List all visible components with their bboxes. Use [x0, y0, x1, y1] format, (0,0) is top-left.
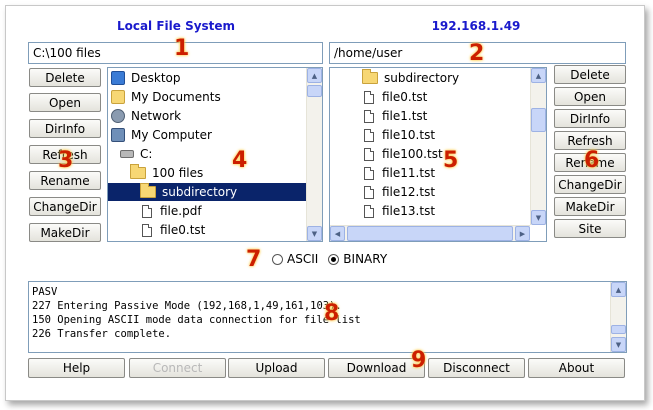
local-dirinfo-button[interactable]: DirInfo: [29, 119, 101, 138]
remote-makedir-button[interactable]: MakeDir: [554, 197, 626, 216]
folder-icon: [362, 69, 378, 84]
annotation-5: 5: [443, 148, 459, 173]
file-icon: [364, 185, 374, 199]
folder-icon: [140, 183, 156, 198]
annotation-8: 8: [324, 301, 340, 326]
upload-button[interactable]: Upload: [228, 358, 325, 378]
local-makedir-button[interactable]: MakeDir: [29, 223, 101, 242]
local-tree-scrollbar[interactable]: ▲ ▼: [306, 68, 322, 241]
scroll-thumb[interactable]: [531, 108, 546, 132]
binary-label[interactable]: BINARY: [343, 252, 387, 266]
remote-file-list[interactable]: subdirectory file0.tst file1.tst file10.…: [329, 67, 547, 242]
connect-button[interactable]: Connect: [129, 358, 226, 378]
list-item[interactable]: file10.tst: [364, 126, 437, 144]
annotation-2: 2: [469, 41, 485, 66]
my-computer-icon: [111, 128, 125, 142]
list-item[interactable]: file0.tst: [364, 88, 429, 106]
tree-item[interactable]: My Documents: [111, 88, 223, 106]
log-line: 226 Transfer complete.: [32, 328, 172, 340]
file-icon: [364, 166, 374, 180]
scroll-thumb[interactable]: [347, 226, 513, 241]
file-icon: [142, 223, 152, 237]
remote-delete-button[interactable]: Delete: [554, 65, 626, 84]
annotation-7: 7: [246, 247, 262, 272]
remote-open-button[interactable]: Open: [554, 87, 626, 106]
file-icon: [364, 204, 374, 218]
tree-item[interactable]: C:: [120, 145, 154, 163]
scroll-down-icon[interactable]: ▼: [611, 337, 626, 352]
tree-item[interactable]: My Computer: [111, 126, 214, 144]
tree-item[interactable]: Desktop: [111, 69, 183, 87]
annotation-6: 6: [584, 148, 600, 173]
tree-item-selected[interactable]: subdirectory: [108, 183, 306, 201]
local-open-button[interactable]: Open: [29, 93, 101, 112]
drive-icon: [120, 150, 134, 158]
scroll-up-icon[interactable]: ▲: [611, 282, 626, 297]
remote-panel-title: 192.168.1.49: [431, 19, 521, 33]
local-rename-button[interactable]: Rename: [29, 171, 101, 190]
scroll-right-icon[interactable]: ▶: [515, 226, 530, 241]
binary-radio[interactable]: [328, 253, 340, 265]
log-scrollbar[interactable]: ▲ ▼: [610, 282, 626, 352]
my-documents-icon: [111, 90, 125, 104]
folder-open-icon: [130, 164, 146, 179]
scroll-down-icon[interactable]: ▼: [531, 210, 546, 225]
remote-dirinfo-button[interactable]: DirInfo: [554, 109, 626, 128]
annotation-4: 4: [232, 148, 248, 173]
log-line: PASV: [32, 286, 58, 298]
list-item[interactable]: file13.tst: [364, 202, 437, 220]
annotation-1: 1: [174, 36, 190, 61]
network-icon: [111, 109, 125, 123]
file-icon: [364, 147, 374, 161]
local-delete-button[interactable]: Delete: [29, 68, 101, 87]
ftp-client-window: Local File System 192.168.1.49 C:\100 fi…: [5, 5, 645, 401]
local-file-tree[interactable]: Desktop My Documents Network My Computer…: [107, 67, 323, 242]
tree-item[interactable]: file0.tst: [142, 221, 207, 239]
about-button[interactable]: About: [528, 358, 625, 378]
annotation-3: 3: [58, 148, 74, 173]
remote-list-hscrollbar[interactable]: ◀ ▶: [330, 225, 530, 241]
list-item[interactable]: file11.tst: [364, 164, 437, 182]
tree-item[interactable]: file.pdf: [142, 202, 204, 220]
transfer-mode-group: ASCII BINARY: [272, 251, 387, 267]
file-icon: [364, 128, 374, 142]
ascii-label[interactable]: ASCII: [287, 252, 318, 266]
remote-site-button[interactable]: Site: [554, 219, 626, 238]
log-line: 227 Entering Passive Mode (192,168,1,49,…: [32, 300, 342, 312]
list-item[interactable]: file100.tst: [364, 145, 445, 163]
list-item[interactable]: file12.tst: [364, 183, 437, 201]
list-item[interactable]: file1.tst: [364, 107, 429, 125]
scroll-thumb[interactable]: [307, 85, 322, 97]
remote-list-vscrollbar[interactable]: ▲ ▼: [530, 68, 546, 225]
tree-item[interactable]: Network: [111, 107, 183, 125]
scroll-down-icon[interactable]: ▼: [307, 226, 322, 241]
desktop-icon: [111, 71, 125, 85]
scroll-up-icon[interactable]: ▲: [531, 68, 546, 83]
disconnect-button[interactable]: Disconnect: [428, 358, 525, 378]
file-icon: [364, 109, 374, 123]
list-item[interactable]: subdirectory: [362, 69, 461, 87]
scroll-thumb[interactable]: [611, 325, 626, 334]
local-panel-title: Local File System: [116, 19, 236, 33]
ascii-radio[interactable]: [272, 253, 283, 265]
tree-item[interactable]: 100 files: [130, 164, 205, 182]
file-icon: [142, 204, 152, 218]
help-button[interactable]: Help: [28, 358, 125, 378]
remote-changedir-button[interactable]: ChangeDir: [554, 175, 626, 194]
annotation-9: 9: [411, 348, 427, 373]
scroll-left-icon[interactable]: ◀: [330, 226, 345, 241]
log-line: 150 Opening ASCII mode data connection f…: [32, 314, 361, 326]
local-changedir-button[interactable]: ChangeDir: [29, 197, 101, 216]
scroll-up-icon[interactable]: ▲: [307, 68, 322, 83]
file-icon: [364, 90, 374, 104]
